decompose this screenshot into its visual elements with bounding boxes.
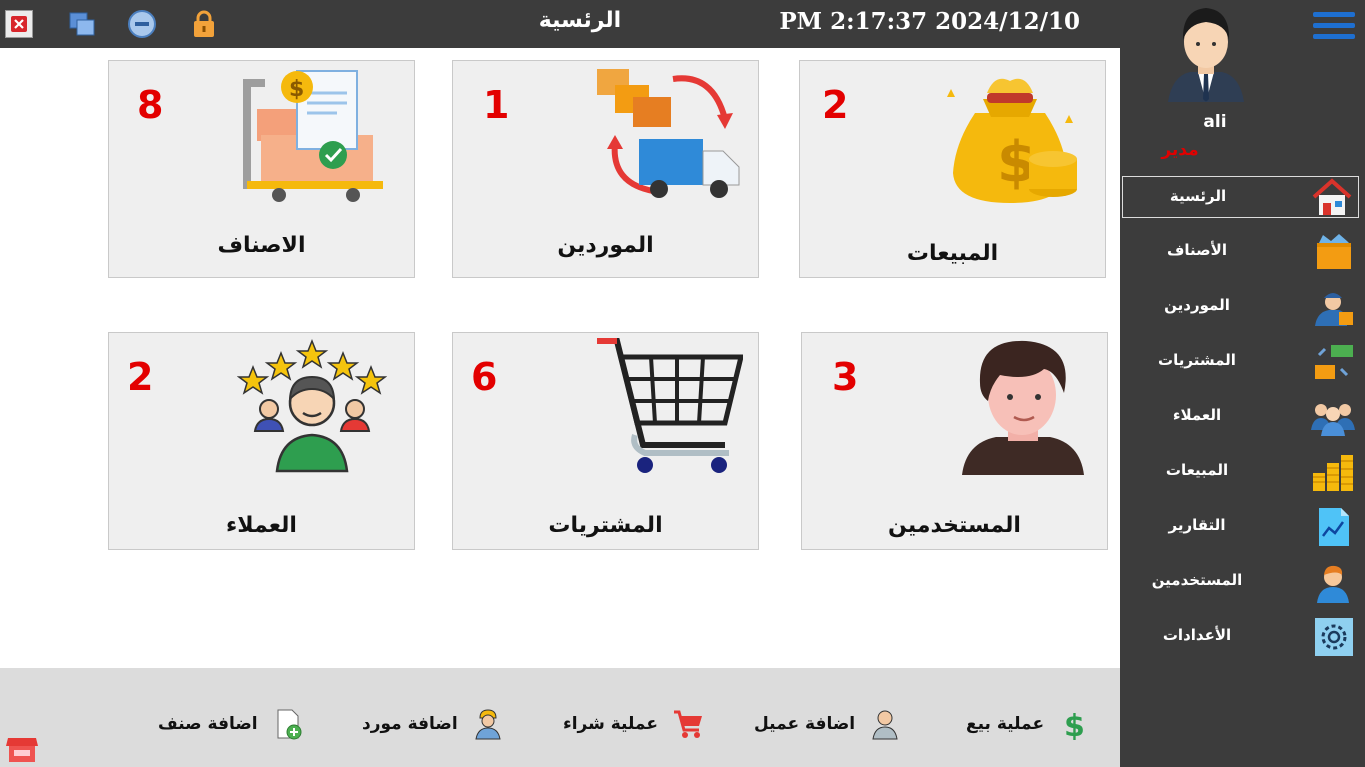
tile-purchases[interactable]: 6 المشتريات [452, 332, 759, 550]
add-supplier-button[interactable]: اضافة مورد [362, 704, 504, 744]
restore-icon [69, 12, 95, 36]
sidebar-item-label: الأصناف [1167, 241, 1227, 259]
add-supplier-icon [475, 709, 501, 740]
quick-action-label: اضافة صنف [158, 714, 258, 734]
sidebar-item-label: المستخدمين [1151, 571, 1243, 589]
customers-rating-icon [237, 338, 387, 473]
cart-icon [673, 710, 702, 738]
user-portrait-icon [962, 340, 1084, 475]
tile-count: 2 [127, 355, 154, 399]
hamburger-icon [1313, 12, 1355, 17]
dollar-icon: $ [1064, 709, 1085, 740]
menu-toggle-button[interactable] [1313, 12, 1355, 46]
tile-label: الموردين [557, 233, 654, 258]
lock-button[interactable] [184, 0, 224, 48]
box-icon [1317, 234, 1351, 269]
tile-count: 8 [137, 83, 164, 127]
hamburger-line [1313, 23, 1355, 28]
tile-customers[interactable]: 2 العملاء [108, 332, 415, 550]
quick-action-label: عملية بيع [966, 714, 1045, 734]
tile-count: 1 [483, 83, 510, 127]
quick-action-label: عملية شراء [563, 714, 658, 734]
minimize-icon [128, 10, 156, 38]
minimize-button[interactable] [122, 0, 162, 48]
svg-text:$: $ [289, 77, 304, 102]
sidebar-item-customers[interactable]: العملاء [1122, 396, 1359, 438]
report-icon [1319, 508, 1349, 546]
tile-label: الاصناف [217, 233, 306, 258]
money-bag-icon: $ [947, 78, 1077, 203]
supplier-icon [1315, 293, 1353, 326]
sale-operation-button[interactable]: عملية بيع $ [966, 704, 1090, 744]
lock-icon [194, 10, 214, 37]
sidebar-item-suppliers[interactable]: الموردين [1122, 286, 1359, 328]
page-title: الرئسية [538, 8, 622, 33]
sidebar-item-label: العملاء [1172, 406, 1222, 424]
sidebar-item-label: المبيعات [1165, 461, 1229, 479]
top-bar: الرئسية PM 2:17:37 2024/12/10 [0, 0, 1120, 48]
add-item-button[interactable]: اضافة صنف [158, 704, 304, 744]
close-icon [5, 10, 33, 38]
tile-label: المبيعات [906, 241, 999, 266]
delivery-truck-icon [597, 69, 740, 198]
add-customer-button[interactable]: اضافة عميل [754, 704, 901, 744]
sidebar-item-label: الأعدادات [1162, 626, 1232, 644]
restore-button[interactable] [62, 0, 102, 48]
tile-items[interactable]: 8 $ الاصناف [108, 60, 415, 278]
sidebar-item-purchases[interactable]: المشتريات [1122, 341, 1359, 383]
close-button[interactable] [0, 0, 38, 48]
customers-icon [1311, 404, 1355, 436]
sidebar-item-settings[interactable]: الأعدادات [1122, 616, 1359, 658]
inventory-cart-icon: $ [243, 70, 383, 202]
tile-label: المشتريات [548, 513, 663, 538]
sidebar-item-items[interactable]: الأصناف [1122, 231, 1359, 273]
user-role: مدير [1161, 140, 1199, 160]
user-avatar [1168, 8, 1244, 102]
add-customer-icon [872, 710, 898, 740]
sidebar-item-label: المشتريات [1158, 351, 1236, 369]
tile-label: العملاء [226, 513, 297, 538]
purchase-operation-button[interactable]: عملية شراء [563, 704, 704, 744]
tile-count: 3 [832, 355, 859, 399]
user-name: ali [1203, 112, 1227, 132]
sidebar-item-users[interactable]: المستخدمين [1122, 561, 1359, 603]
store-icon[interactable] [6, 736, 38, 764]
sidebar-item-sales[interactable]: المبيعات [1122, 451, 1359, 493]
user-icon [1317, 565, 1349, 603]
app-window: الرئسية PM 2:17:37 2024/12/10 ali مدير ا… [0, 0, 1365, 767]
add-item-icon [277, 709, 302, 740]
home-icon [1312, 178, 1352, 215]
tile-count: 2 [822, 83, 849, 127]
quick-action-label: اضافة مورد [362, 714, 458, 734]
quick-action-label: اضافة عميل [754, 714, 856, 734]
tile-suppliers[interactable]: 1 الموردين [452, 60, 759, 278]
tile-label: المستخدمين [888, 513, 1021, 538]
datetime-display: PM 2:17:37 2024/12/10 [779, 8, 1080, 35]
hamburger-line [1313, 34, 1355, 39]
svg-text:$: $ [1064, 709, 1085, 740]
shopping-cart-icon [597, 338, 743, 473]
coins-icon [1313, 455, 1353, 491]
tile-users[interactable]: 3 المستخدمين [801, 332, 1108, 550]
tile-count: 6 [471, 355, 498, 399]
quick-actions-bar: عملية بيع $ اضافة عميل عملية شراء اضافة … [0, 668, 1120, 767]
sidebar-item-label: الموردين [1164, 296, 1230, 314]
tile-sales[interactable]: 2 $ المبيعات [799, 60, 1106, 278]
sidebar: ali مدير الرئسية الأصناف الموردين المشتر… [1120, 0, 1365, 767]
sidebar-item-label: الرئسية [1169, 187, 1227, 205]
settings-icon [1315, 618, 1353, 656]
sidebar-item-home[interactable]: الرئسية [1122, 176, 1359, 218]
sidebar-item-label: التقارير [1168, 516, 1226, 534]
sidebar-item-reports[interactable]: التقارير [1122, 506, 1359, 548]
purchases-icon [1315, 345, 1353, 379]
